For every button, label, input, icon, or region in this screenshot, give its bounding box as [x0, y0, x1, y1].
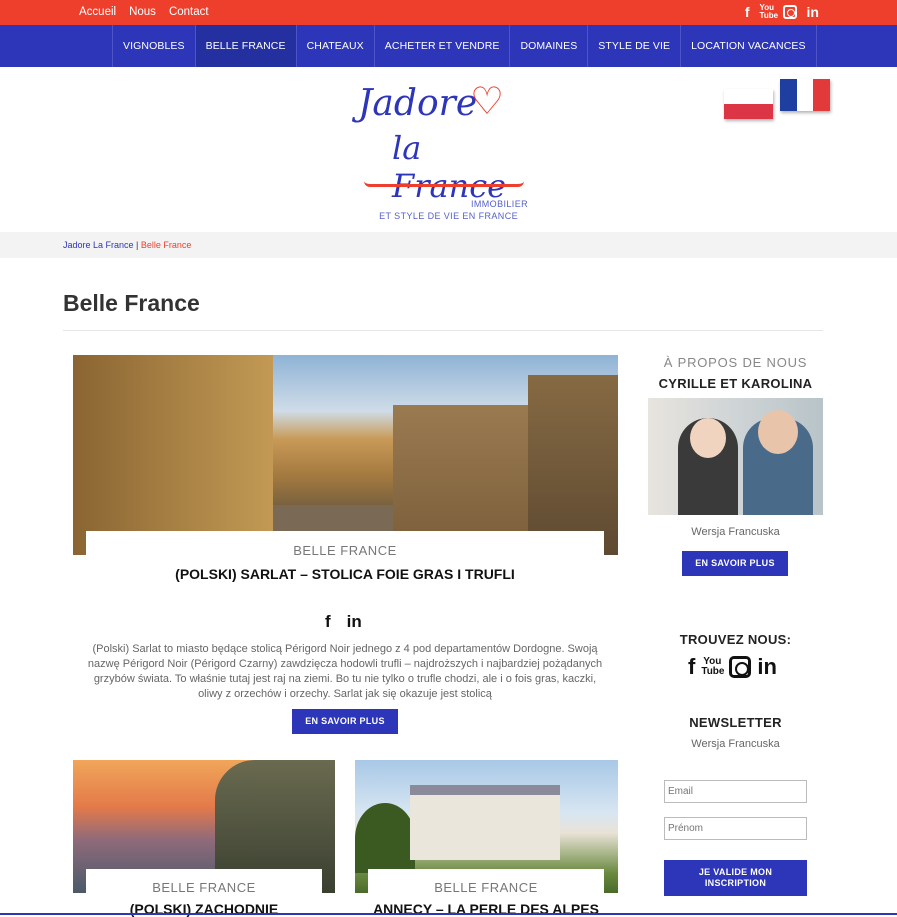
- top-bar: Accueil Nous Contact f You Tube in: [0, 0, 897, 25]
- nav-vignobles[interactable]: VIGNOBLES: [112, 25, 195, 67]
- newsletter-heading: NEWSLETTER: [689, 715, 782, 730]
- youtube-icon[interactable]: You Tube: [701, 657, 724, 677]
- nav-chateaux[interactable]: CHATEAUX: [295, 25, 374, 67]
- top-social: f You Tube in: [745, 4, 819, 21]
- link-nous[interactable]: Nous: [129, 6, 156, 18]
- site-logo[interactable]: Jadore ♡ la France IMMOBILIER ET STYLE D…: [352, 77, 542, 227]
- logo-line2: la France: [392, 129, 507, 205]
- submit-label-line1: JE VALIDE MON: [698, 867, 773, 877]
- polish-flag-icon[interactable]: [724, 89, 773, 119]
- first-name-field[interactable]: [664, 817, 807, 840]
- youtube-icon[interactable]: You Tube: [760, 4, 779, 20]
- instagram-icon[interactable]: [782, 5, 797, 19]
- featured-category[interactable]: BELLE FRANCE: [86, 543, 604, 558]
- logo-tagline-2: ET STYLE DE VIE EN FRANCE: [379, 211, 518, 221]
- logo-line1: Jadore: [358, 83, 478, 124]
- linkedin-icon[interactable]: in: [757, 654, 777, 680]
- logo-tagline-1: IMMOBILIER: [470, 199, 528, 209]
- facebook-share-icon[interactable]: f: [325, 612, 331, 632]
- heart-icon: ♡: [470, 81, 505, 123]
- instagram-icon[interactable]: [729, 656, 752, 678]
- breadcrumb: Jadore La France | Belle France: [0, 232, 897, 258]
- nav-location-vacances[interactable]: LOCATION VACANCES: [680, 25, 817, 67]
- card-category[interactable]: BELLE FRANCE: [368, 880, 604, 895]
- about-language-link[interactable]: Wersja Francuska: [648, 526, 823, 538]
- newsletter-language-link[interactable]: Wersja Francuska: [648, 738, 823, 750]
- breadcrumb-current: Belle France: [140, 240, 192, 250]
- featured-title[interactable]: (POLSKI) SARLAT – STOLICA FOIE GRAS I TR…: [86, 566, 604, 582]
- featured-read-more-button[interactable]: EN SAVOIR PLUS: [292, 709, 398, 734]
- email-field[interactable]: [664, 780, 807, 803]
- breadcrumb-separator: |: [133, 240, 141, 250]
- about-read-more-button[interactable]: EN SAVOIR PLUS: [682, 551, 788, 576]
- linkedin-share-icon[interactable]: in: [347, 612, 362, 632]
- french-flag-icon[interactable]: [780, 79, 831, 111]
- facebook-icon[interactable]: f: [745, 4, 750, 20]
- page-title: Belle France: [63, 290, 200, 316]
- facebook-icon[interactable]: f: [688, 654, 695, 680]
- breadcrumb-home[interactable]: Jadore La France: [63, 240, 134, 250]
- header: Jadore ♡ la France IMMOBILIER ET STYLE D…: [0, 67, 897, 232]
- find-us-social: f You Tube in: [688, 654, 777, 680]
- featured-image[interactable]: [73, 355, 618, 555]
- featured-card-label: BELLE FRANCE (POLSKI) SARLAT – STOLICA F…: [86, 531, 604, 591]
- title-divider: [63, 330, 823, 331]
- nav-style-de-vie[interactable]: STYLE DE VIE: [587, 25, 680, 67]
- main-nav: VIGNOBLES BELLE FRANCE CHATEAUX ACHETER …: [0, 25, 897, 67]
- nav-domaines[interactable]: DOMAINES: [509, 25, 587, 67]
- card-category[interactable]: BELLE FRANCE: [86, 880, 322, 895]
- about-photo: [648, 398, 823, 515]
- about-names: CYRILLE ET KAROLINA: [658, 376, 813, 391]
- find-us-heading: TROUVEZ NOUS:: [679, 632, 792, 647]
- about-heading: À PROPOS DE NOUS: [663, 355, 808, 370]
- logo-underline: [364, 181, 524, 187]
- featured-excerpt: (Polski) Sarlat to miasto będące stolicą…: [87, 643, 603, 700]
- submit-label-line2: INSCRIPTION: [704, 878, 767, 888]
- card-label-annecy: BELLE FRANCE ANNECY – LA PERLE DES ALPES: [368, 869, 604, 917]
- top-links: Accueil Nous Contact: [79, 6, 209, 18]
- card-label-zachodnie: BELLE FRANCE (POLSKI) ZACHODNIE: [86, 869, 322, 917]
- link-accueil[interactable]: Accueil: [79, 6, 116, 18]
- link-contact[interactable]: Contact: [169, 6, 209, 18]
- linkedin-icon[interactable]: in: [807, 4, 819, 20]
- newsletter-submit-button[interactable]: JE VALIDE MON INSCRIPTION: [664, 860, 807, 896]
- share-icons: f in: [325, 612, 362, 632]
- nav-belle-france[interactable]: BELLE FRANCE: [194, 25, 296, 67]
- nav-acheter-et-vendre[interactable]: ACHETER ET VENDRE: [373, 25, 510, 67]
